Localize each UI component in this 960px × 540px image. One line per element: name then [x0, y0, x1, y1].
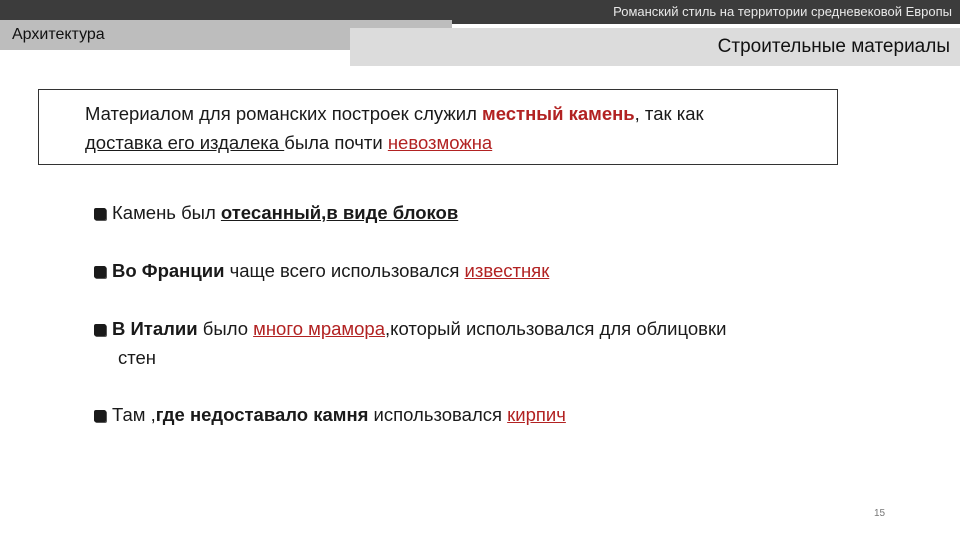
bullet-emphasis: где недоставало камня: [155, 404, 369, 425]
presentation-subject: Романский стиль на территории средневеко…: [613, 4, 952, 19]
heading-band: Строительные материалы: [350, 28, 960, 66]
intro-text-part: Материалом для романских построек служил: [85, 103, 483, 124]
bullet-emphasis: Во Франции: [112, 260, 225, 281]
bullet-text: ,который использовался для облицовки: [385, 318, 727, 339]
page-number: 15: [874, 508, 886, 519]
intro-text: Материалом для романских построек служил…: [85, 99, 825, 157]
checkbox-bullet-icon: [94, 410, 106, 422]
bullet-item-stone: Камень был отесанный,в виде блоков: [94, 198, 864, 227]
bullet-text: чаще всего использовался: [224, 260, 465, 281]
bullet-text-continuation: стен: [118, 347, 157, 368]
section-label: Архитектура: [12, 26, 105, 43]
bullet-highlight-marble: много мрамора: [253, 318, 386, 339]
bullet-text: использовался: [368, 404, 508, 425]
bullet-item-france: Во Франции чаще всего использовался изве…: [94, 256, 864, 285]
bullet-emphasis: отесанный,в виде блоков: [220, 202, 459, 223]
bullet-text: Там ,: [112, 404, 156, 425]
checkbox-bullet-icon: [94, 324, 106, 336]
bullet-item-italy: В Италии было много мрамора,который испо…: [94, 314, 864, 372]
checkbox-bullet-icon: [94, 208, 106, 220]
intro-text-part: была почти: [284, 132, 388, 153]
intro-text-part: , так как: [634, 103, 704, 124]
bullet-text: Камень был: [112, 202, 221, 223]
bullet-text: было: [197, 318, 254, 339]
bullet-highlight-brick: кирпич: [507, 404, 566, 425]
intro-highlight-impossible: невозможна: [387, 132, 493, 153]
slide-title: Строительные материалы: [717, 36, 950, 57]
bullet-item-brick: Там ,где недоставало камня использовался…: [94, 400, 864, 429]
checkbox-bullet-icon: [94, 266, 106, 278]
intro-highlight-local-stone: местный камень: [482, 103, 635, 124]
intro-box: Материалом для романских построек служил…: [38, 89, 838, 165]
bullet-highlight-limestone: известняк: [464, 260, 550, 281]
intro-underlined-delivery: доставка его издалека: [85, 132, 285, 153]
bullet-emphasis: В Италии: [112, 318, 198, 339]
